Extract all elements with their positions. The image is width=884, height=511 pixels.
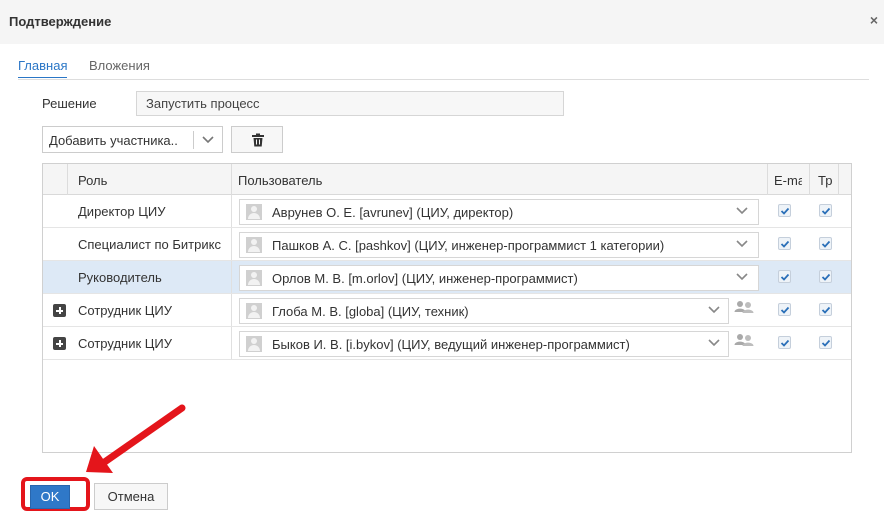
column-separator (231, 294, 232, 326)
user-select[interactable]: Быков И. В. [i.bykov] (ЦИУ, ведущий инже… (239, 331, 729, 357)
cancel-button[interactable]: Отмена (94, 483, 168, 510)
user-avatar-icon (246, 270, 262, 286)
decision-label: Решение (42, 96, 97, 111)
header-divider (67, 164, 68, 195)
table-row[interactable]: Сотрудник ЦИУ Быков И. В. [i.bykov] (ЦИУ… (43, 327, 851, 360)
annotation-arrow-icon (86, 404, 186, 473)
user-avatar-icon (246, 336, 262, 352)
chevron-down-icon[interactable] (707, 333, 721, 351)
tp-checkbox[interactable] (819, 204, 832, 217)
close-button[interactable]: × (870, 13, 878, 27)
user-value: Глоба М. В. [globa] (ЦИУ, техник) (272, 304, 469, 319)
email-checkbox[interactable] (778, 270, 791, 283)
column-header-tp[interactable]: Тр (818, 173, 832, 188)
chevron-down-icon (201, 130, 215, 151)
role-cell: Сотрудник ЦИУ (78, 303, 172, 318)
role-cell: Специалист по Битрикс (78, 237, 221, 252)
email-checkbox[interactable] (778, 237, 791, 250)
chevron-down-icon[interactable] (735, 201, 749, 219)
role-cell: Руководитель (78, 270, 162, 285)
tab-main[interactable]: Главная (18, 58, 68, 78)
table-row[interactable]: Сотрудник ЦИУ Глоба М. В. [globa] (ЦИУ, … (43, 294, 851, 327)
user-select[interactable]: Орлов М. В. [m.orlov] (ЦИУ, инженер-прог… (239, 265, 759, 291)
trash-icon (252, 133, 264, 147)
header-divider (231, 164, 232, 195)
table-row-selected[interactable]: Руководитель Орлов М. В. [m.orlov] (ЦИУ,… (43, 261, 851, 294)
user-avatar-icon (246, 303, 262, 319)
dropdown-separator (193, 131, 194, 149)
tp-checkbox[interactable] (819, 270, 832, 283)
table-row[interactable]: Директор ЦИУ Аврунев О. Е. [avrunev] (ЦИ… (43, 195, 851, 228)
column-header-user[interactable]: Пользователь (238, 173, 322, 188)
tab-bar: Главная Вложения (18, 58, 869, 80)
tab-attachments[interactable]: Вложения (89, 58, 150, 77)
user-select[interactable]: Глоба М. В. [globa] (ЦИУ, техник) (239, 298, 729, 324)
role-cell: Сотрудник ЦИУ (78, 336, 172, 351)
delete-participant-button[interactable] (231, 126, 283, 153)
header-divider (767, 164, 768, 195)
tp-checkbox[interactable] (819, 303, 832, 316)
role-cell: Директор ЦИУ (78, 204, 166, 219)
table-row[interactable]: Специалист по Битрикс Пашков А. С. [pash… (43, 228, 851, 261)
ok-button[interactable]: OK (30, 485, 70, 509)
user-value: Аврунев О. Е. [avrunev] (ЦИУ, директор) (272, 205, 514, 220)
column-header-email[interactable]: E-mail (774, 173, 802, 188)
user-select[interactable]: Аврунев О. Е. [avrunev] (ЦИУ, директор) (239, 199, 759, 225)
user-avatar-icon (246, 204, 262, 220)
chevron-down-icon[interactable] (707, 300, 721, 318)
chevron-down-icon[interactable] (735, 234, 749, 252)
tp-checkbox[interactable] (819, 336, 832, 349)
column-separator (231, 228, 232, 260)
header-divider (809, 164, 810, 195)
header-divider (838, 164, 839, 195)
column-header-role[interactable]: Роль (78, 173, 107, 188)
group-users-icon[interactable] (733, 298, 755, 320)
email-checkbox[interactable] (778, 336, 791, 349)
add-participant-label: Добавить участника.. (49, 133, 178, 148)
dialog-title: Подтверждение (9, 14, 112, 29)
column-separator (231, 261, 232, 293)
column-separator (231, 327, 232, 359)
expand-plus-icon[interactable] (53, 337, 66, 350)
user-value: Пашков А. С. [pashkov] (ЦИУ, инженер-про… (272, 238, 665, 253)
grid-header: Роль Пользователь E-mail Тр (43, 164, 851, 195)
user-value: Быков И. В. [i.bykov] (ЦИУ, ведущий инже… (272, 337, 630, 352)
chevron-down-icon[interactable] (735, 267, 749, 285)
tp-checkbox[interactable] (819, 237, 832, 250)
expand-plus-icon[interactable] (53, 304, 66, 317)
user-value: Орлов М. В. [m.orlov] (ЦИУ, инженер-прог… (272, 271, 578, 286)
email-checkbox[interactable] (778, 303, 791, 316)
user-avatar-icon (246, 237, 262, 253)
column-separator (231, 195, 232, 227)
email-checkbox[interactable] (778, 204, 791, 217)
dialog-header: Подтверждение × (0, 0, 884, 44)
group-users-icon[interactable] (733, 331, 755, 353)
decision-field[interactable]: Запустить процесс (136, 91, 564, 116)
add-participant-dropdown[interactable]: Добавить участника.. (42, 126, 223, 153)
user-select[interactable]: Пашков А. С. [pashkov] (ЦИУ, инженер-про… (239, 232, 759, 258)
